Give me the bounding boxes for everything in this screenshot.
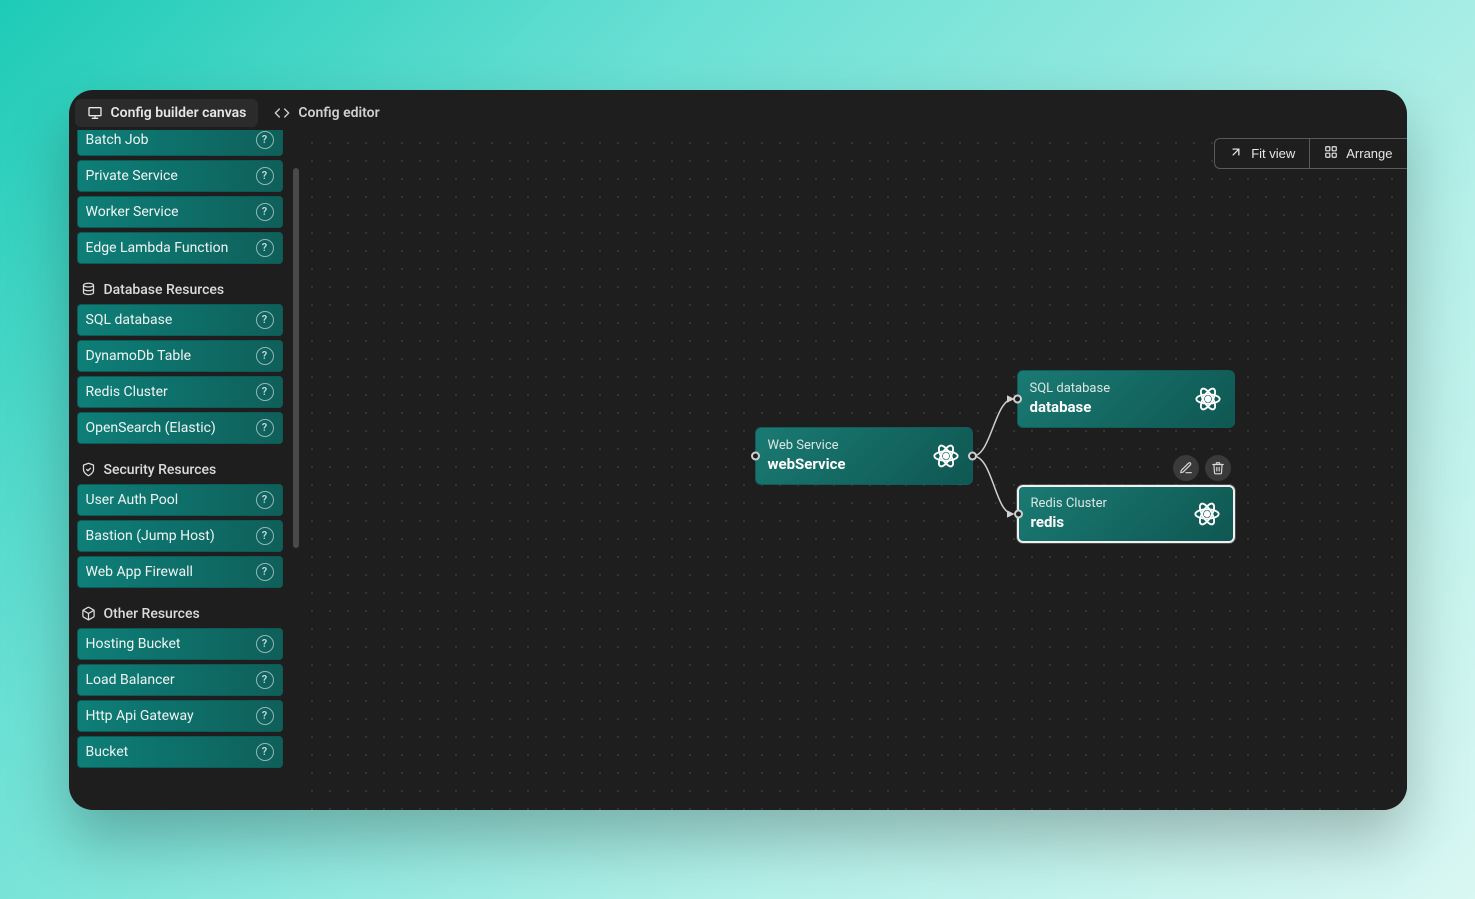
code-icon xyxy=(274,105,290,121)
main-area: Container Workload ? Batch Job ? Private… xyxy=(69,130,1407,810)
help-icon[interactable]: ? xyxy=(256,239,274,257)
tab-label: Config editor xyxy=(298,105,379,121)
sidebar: Container Workload ? Batch Job ? Private… xyxy=(77,130,301,810)
resource-http-api-gateway[interactable]: Http Api Gateway ? xyxy=(77,700,283,732)
cube-icon xyxy=(81,606,96,621)
resource-label: Web App Firewall xyxy=(86,564,193,580)
help-icon[interactable]: ? xyxy=(256,671,274,689)
resource-label: Edge Lambda Function xyxy=(86,240,229,256)
resource-label: Worker Service xyxy=(86,204,179,220)
section-head-security: Security Resurces xyxy=(77,448,283,484)
resource-load-balancer[interactable]: Load Balancer ? xyxy=(77,664,283,696)
button-label: Fit view xyxy=(1251,146,1295,161)
section-compute: Container Workload ? Batch Job ? Private… xyxy=(77,130,283,264)
layout-grid-icon xyxy=(1324,145,1338,162)
node-handle-in[interactable] xyxy=(751,451,760,460)
help-icon[interactable]: ? xyxy=(256,419,274,437)
tabs-bar: Config builder canvas Config editor xyxy=(69,90,1407,130)
resource-label: Load Balancer xyxy=(86,672,175,688)
resource-bucket[interactable]: Bucket ? xyxy=(77,736,283,768)
help-icon[interactable]: ? xyxy=(256,167,274,185)
button-label: Arrange xyxy=(1346,146,1392,161)
resource-bastion-jump-host[interactable]: Bastion (Jump Host) ? xyxy=(77,520,283,552)
help-icon[interactable]: ? xyxy=(256,203,274,221)
section-other: Other Resurces Hosting Bucket ? Load Bal… xyxy=(77,592,283,768)
delete-node-button[interactable] xyxy=(1205,455,1231,481)
resource-private-service[interactable]: Private Service ? xyxy=(77,160,283,192)
resource-opensearch-elastic[interactable]: OpenSearch (Elastic) ? xyxy=(77,412,283,444)
resource-label: Private Service xyxy=(86,168,178,184)
help-icon[interactable]: ? xyxy=(256,491,274,509)
help-icon[interactable]: ? xyxy=(256,707,274,725)
section-head-label: Security Resurces xyxy=(104,462,217,478)
section-security: Security Resurces User Auth Pool ? Basti… xyxy=(77,448,283,588)
help-icon[interactable]: ? xyxy=(256,527,274,545)
resource-batch-job[interactable]: Batch Job ? xyxy=(77,130,283,156)
node-actions xyxy=(1173,455,1231,481)
app-window: Config builder canvas Config editor Cont… xyxy=(69,90,1407,810)
atom-icon xyxy=(1194,385,1222,413)
section-database: Database Resurces SQL database ? DynamoD… xyxy=(77,268,283,444)
help-icon[interactable]: ? xyxy=(256,563,274,581)
atom-icon xyxy=(1193,500,1221,528)
resource-dynamodb-table[interactable]: DynamoDb Table ? xyxy=(77,340,283,372)
resource-edge-lambda-function[interactable]: Edge Lambda Function ? xyxy=(77,232,283,264)
node-handle-in[interactable] xyxy=(1014,509,1023,518)
resource-label: Bastion (Jump Host) xyxy=(86,528,215,544)
section-head-database: Database Resurces xyxy=(77,268,283,304)
section-head-label: Database Resurces xyxy=(104,282,225,298)
resource-sql-database[interactable]: SQL database ? xyxy=(77,304,283,336)
help-icon[interactable]: ? xyxy=(256,383,274,401)
node-type-label: Web Service xyxy=(768,438,846,453)
node-database[interactable]: SQL database database xyxy=(1017,370,1235,428)
pencil-icon xyxy=(1179,461,1193,475)
node-type-label: SQL database xyxy=(1030,381,1111,396)
node-webservice[interactable]: Web Service webService xyxy=(755,427,973,485)
tab-label: Config builder canvas xyxy=(111,105,247,121)
help-icon[interactable]: ? xyxy=(256,743,274,761)
resource-label: Http Api Gateway xyxy=(86,708,194,724)
resource-label: SQL database xyxy=(86,312,173,328)
resource-label: Bucket xyxy=(86,744,129,760)
resource-user-auth-pool[interactable]: User Auth Pool ? xyxy=(77,484,283,516)
resource-worker-service[interactable]: Worker Service ? xyxy=(77,196,283,228)
fit-view-button[interactable]: Fit view xyxy=(1215,139,1309,168)
node-handle-in[interactable] xyxy=(1013,394,1022,403)
help-icon[interactable]: ? xyxy=(256,635,274,653)
node-name: webService xyxy=(768,455,846,473)
resource-label: Redis Cluster xyxy=(86,384,168,400)
section-head-label: Other Resurces xyxy=(104,606,200,622)
node-type-label: Redis Cluster xyxy=(1031,496,1107,511)
help-icon[interactable]: ? xyxy=(256,131,274,149)
presentation-icon xyxy=(87,105,103,121)
database-icon xyxy=(81,282,96,297)
canvas[interactable]: Fit view Arrange xyxy=(299,130,1407,810)
node-redis[interactable]: Redis Cluster redis xyxy=(1017,485,1235,543)
arrange-button[interactable]: Arrange xyxy=(1309,139,1406,168)
resource-label: OpenSearch (Elastic) xyxy=(86,420,216,436)
edit-node-button[interactable] xyxy=(1173,455,1199,481)
resource-redis-cluster[interactable]: Redis Cluster ? xyxy=(77,376,283,408)
trash-icon xyxy=(1211,461,1225,475)
atom-icon xyxy=(932,442,960,470)
canvas-toolbar: Fit view Arrange xyxy=(1214,138,1406,169)
help-icon[interactable]: ? xyxy=(256,347,274,365)
expand-icon xyxy=(1229,145,1243,162)
resource-label: Batch Job xyxy=(86,132,149,148)
tab-config-editor[interactable]: Config editor xyxy=(262,99,391,127)
node-name: redis xyxy=(1031,513,1107,531)
help-icon[interactable]: ? xyxy=(256,311,274,329)
resource-hosting-bucket[interactable]: Hosting Bucket ? xyxy=(77,628,283,660)
resource-web-app-firewall[interactable]: Web App Firewall ? xyxy=(77,556,283,588)
resource-label: Hosting Bucket xyxy=(86,636,181,652)
node-handle-out[interactable] xyxy=(968,451,977,460)
shield-check-icon xyxy=(81,462,96,477)
resource-label: User Auth Pool xyxy=(86,492,179,508)
resource-label: DynamoDb Table xyxy=(86,348,192,364)
tab-config-builder[interactable]: Config builder canvas xyxy=(75,99,259,127)
node-name: database xyxy=(1030,398,1111,416)
section-head-other: Other Resurces xyxy=(77,592,283,628)
